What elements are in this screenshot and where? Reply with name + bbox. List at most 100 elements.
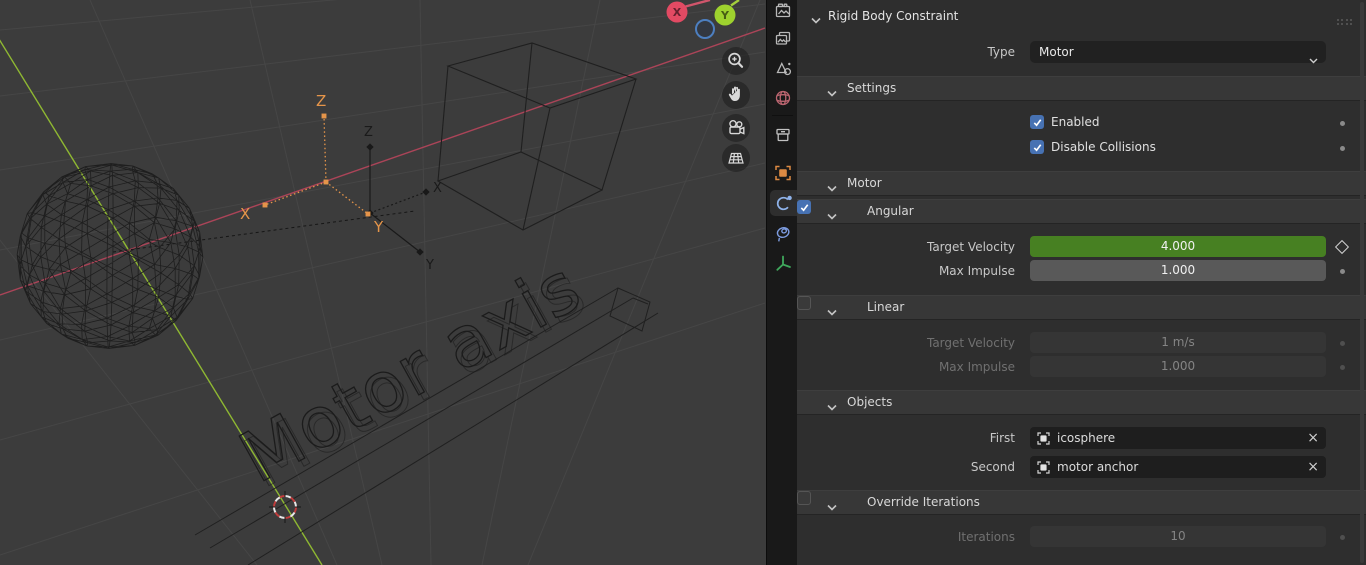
second-label: Second (970, 460, 1015, 474)
iterations-label: Iterations (957, 530, 1015, 544)
decorator-dot[interactable] (1335, 526, 1349, 548)
clear-first-object-button[interactable]: × (1307, 428, 1319, 448)
angular-subpanel-header[interactable]: Angular (797, 199, 1366, 224)
camera-view-button[interactable] (722, 114, 750, 142)
decorator-dot[interactable] (1335, 260, 1349, 282)
clear-second-object-button[interactable]: × (1307, 457, 1319, 477)
constraint-type-value: Motor (1039, 45, 1074, 59)
world-globe-icon (775, 90, 790, 106)
tab-world-properties[interactable] (767, 85, 798, 111)
orange-empty-x-label: X (240, 205, 250, 223)
constraint-relationship-line (112, 210, 416, 253)
dark-empty[interactable]: Z X Y (364, 125, 442, 273)
second-object-field[interactable]: motor anchor × (1030, 456, 1326, 478)
target-velocity-label: Target Velocity (926, 240, 1015, 254)
scene-text-front-face: Motor axis (226, 245, 594, 498)
chevron-down-icon (827, 305, 837, 319)
second-object-name: motor anchor (1057, 460, 1139, 474)
enabled-label: Enabled (1051, 115, 1100, 129)
tab-group-separator (772, 115, 793, 116)
constraint-type-dropdown[interactable]: Motor (1030, 41, 1326, 64)
angular-target-velocity-row: Target Velocity 4.000 (797, 236, 1366, 258)
angular-max-impulse-row: Max Impulse 1.000 (797, 260, 1366, 282)
type-label: Type (987, 45, 1015, 59)
max-impulse-label: Max Impulse (938, 264, 1015, 278)
angular-checkbox[interactable] (797, 200, 811, 214)
constraint-icon (776, 227, 790, 242)
override-iterations-checkbox[interactable] (797, 491, 811, 505)
objects-subpanel-header[interactable]: Objects (797, 390, 1366, 415)
grid-icon (728, 152, 744, 164)
properties-panel: Rigid Body Constraint Type Motor Setting… (797, 0, 1366, 565)
linear-title: Linear (867, 300, 905, 314)
gizmo-y-axis-ball[interactable]: Y (714, 4, 736, 26)
max-impulse-slider[interactable]: 1.000 (1030, 260, 1326, 281)
decorator-dot[interactable] (1335, 356, 1349, 378)
target-velocity-slider[interactable]: 4.000 (1030, 236, 1326, 257)
decorator-dot[interactable] (1335, 332, 1349, 354)
override-iterations-subpanel-header[interactable]: Override Iterations (797, 490, 1366, 515)
orange-empty-y-label: Y (373, 218, 384, 236)
navigation-gizmo[interactable]: X Y (660, 0, 750, 45)
disable-collisions-checkbox[interactable] (1030, 140, 1044, 154)
panel-scrollbar[interactable] (1360, 2, 1364, 563)
type-row: Type Motor (797, 41, 1366, 64)
collection-box-icon (775, 128, 790, 142)
chevron-down-icon[interactable] (811, 13, 821, 27)
target-velocity-label: Target Velocity (926, 336, 1015, 350)
tab-render-properties[interactable] (767, 0, 798, 24)
svg-text:Y: Y (720, 9, 730, 22)
view-layer-icon (775, 31, 790, 45)
gizmo-z-axis-ball[interactable] (695, 19, 715, 39)
disable-collisions-row: Disable Collisions (797, 137, 1366, 159)
zoom-button[interactable] (722, 47, 750, 75)
motor-subpanel-header[interactable]: Motor (797, 171, 1366, 196)
cube-wireframe[interactable] (436, 42, 638, 231)
tab-constraint-properties[interactable] (767, 220, 798, 246)
3d-viewport[interactable]: Motor axis Motor axis Z X Y Z X Y X Y (0, 0, 766, 565)
disable-collisions-label: Disable Collisions (1051, 140, 1156, 154)
tab-physics-properties-selected[interactable] (770, 190, 798, 216)
dark-empty-x-label: X (433, 181, 442, 196)
first-object-name: icosphere (1057, 431, 1116, 445)
object-icon (1037, 460, 1050, 474)
decorator-keyframe-diamond[interactable] (1334, 236, 1350, 258)
properties-tab-bar (766, 0, 798, 565)
linear-target-velocity-slider[interactable]: 1 m/s (1030, 332, 1326, 353)
toggle-grid-view-button[interactable] (722, 144, 750, 172)
first-object-field[interactable]: icosphere × (1030, 427, 1326, 449)
chevron-down-icon (827, 181, 837, 195)
panel-grip-handle[interactable] (1336, 18, 1353, 26)
linear-checkbox[interactable] (797, 296, 811, 310)
override-iterations-title: Override Iterations (867, 495, 980, 509)
magnifier-plus-icon (728, 52, 744, 68)
camera-icon (729, 120, 745, 135)
tab-object-properties[interactable] (767, 160, 798, 186)
angular-title: Angular (867, 204, 914, 218)
svg-text:X: X (673, 6, 682, 19)
tab-object-data-properties[interactable] (767, 250, 798, 276)
settings-subpanel-header[interactable]: Settings (797, 76, 1366, 101)
linear-max-impulse-slider[interactable]: 1.000 (1030, 356, 1326, 377)
chevron-down-icon (827, 209, 837, 223)
viewport-canvas[interactable]: Motor axis Motor axis Z X Y Z X Y (0, 0, 766, 565)
iterations-row: Iterations 10 (797, 526, 1366, 548)
chevron-down-icon (827, 500, 837, 514)
chevron-down-icon (827, 400, 837, 414)
tab-collection-properties[interactable] (767, 122, 798, 148)
move-view-button[interactable] (722, 81, 750, 109)
tab-view-layer-properties[interactable] (767, 26, 798, 52)
scene-text-motor-axis[interactable]: Motor axis Motor axis (226, 245, 600, 505)
settings-title: Settings (847, 81, 897, 95)
enabled-checkbox[interactable] (1030, 115, 1044, 129)
iterations-slider[interactable]: 10 (1030, 526, 1326, 547)
tab-scene-properties[interactable] (767, 56, 798, 82)
decorator-dot[interactable] (1335, 112, 1349, 134)
gizmo-x-axis-ball[interactable]: X (666, 1, 688, 23)
rigid-body-constraint-panel-header[interactable]: Rigid Body Constraint (797, 6, 1366, 28)
decorator-dot[interactable] (1335, 137, 1349, 159)
linear-subpanel-header[interactable]: Linear (797, 295, 1366, 320)
iterations-value: 10 (1170, 529, 1186, 543)
linear-max-impulse-value: 1.000 (1160, 359, 1196, 373)
objects-title: Objects (847, 395, 893, 409)
